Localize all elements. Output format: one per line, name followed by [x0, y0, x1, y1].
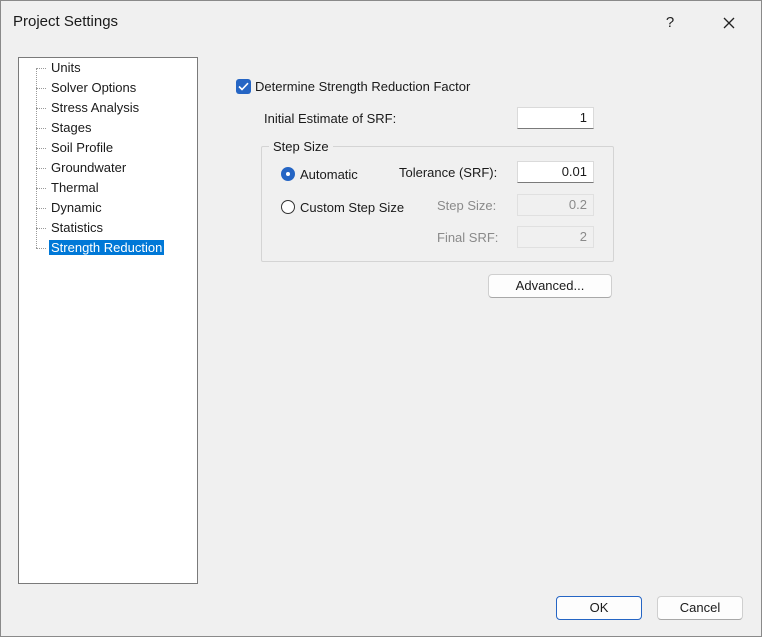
help-button[interactable]: ?: [655, 9, 685, 37]
final-srf-label: Final SRF:: [437, 230, 499, 245]
tree-item-label: Solver Options: [51, 80, 137, 95]
tree-item-label: Stress Analysis: [51, 100, 140, 115]
close-button[interactable]: [713, 9, 745, 37]
tolerance-input[interactable]: 0.01: [517, 161, 594, 183]
tree-item-soil-profile[interactable]: Soil Profile: [36, 139, 115, 157]
tree-item-label: Groundwater: [51, 160, 127, 175]
tree-item-strength-reduction[interactable]: Strength Reduction: [36, 239, 165, 257]
tree-item-label: Stages: [51, 120, 92, 135]
window-title: Project Settings: [13, 13, 119, 30]
tolerance-label: Tolerance (SRF):: [399, 165, 498, 180]
settings-tree[interactable]: Units Solver Options Stress Analysis Sta…: [18, 57, 198, 584]
tree-item-label: Dynamic: [51, 200, 102, 215]
tree-item-label: Thermal: [51, 180, 99, 195]
automatic-radio[interactable]: [281, 167, 295, 181]
tree-item-label: Strength Reduction: [49, 240, 165, 255]
custom-step-size-label[interactable]: Custom Step Size: [300, 200, 404, 215]
tree-item-label: Statistics: [51, 220, 104, 235]
cancel-button[interactable]: Cancel: [657, 596, 743, 620]
initial-srf-label: Initial Estimate of SRF:: [264, 111, 397, 126]
initial-srf-input[interactable]: 1: [517, 107, 594, 129]
step-size-input: 0.2: [517, 194, 594, 216]
final-srf-input: 2: [517, 226, 594, 248]
tree-item-statistics[interactable]: Statistics: [36, 219, 105, 237]
close-icon: [723, 17, 735, 29]
custom-step-size-radio[interactable]: [281, 200, 295, 214]
automatic-label[interactable]: Automatic: [300, 167, 358, 182]
title-bar: Project Settings ?: [1, 1, 761, 44]
project-settings-dialog: Project Settings ? Units Solver Options …: [0, 0, 762, 637]
tree-item-label: Soil Profile: [51, 140, 114, 155]
ok-button[interactable]: OK: [556, 596, 642, 620]
tree-item-solver-options[interactable]: Solver Options: [36, 79, 138, 97]
tree-item-stress-analysis[interactable]: Stress Analysis: [36, 99, 141, 117]
advanced-button[interactable]: Advanced...: [488, 274, 612, 298]
determine-srf-checkbox[interactable]: [236, 79, 251, 94]
determine-srf-label: Determine Strength Reduction Factor: [255, 79, 471, 94]
step-size-label: Step Size:: [437, 198, 497, 213]
tree-item-groundwater[interactable]: Groundwater: [36, 159, 128, 177]
step-size-group-title: Step Size: [269, 139, 333, 154]
tree-item-dynamic[interactable]: Dynamic: [36, 199, 104, 217]
checkmark-icon: [238, 82, 249, 91]
tree-item-thermal[interactable]: Thermal: [36, 179, 101, 197]
tree-item-stages[interactable]: Stages: [36, 119, 93, 137]
tree-item-label: Units: [51, 60, 81, 75]
tree-item-units[interactable]: Units: [36, 59, 83, 77]
